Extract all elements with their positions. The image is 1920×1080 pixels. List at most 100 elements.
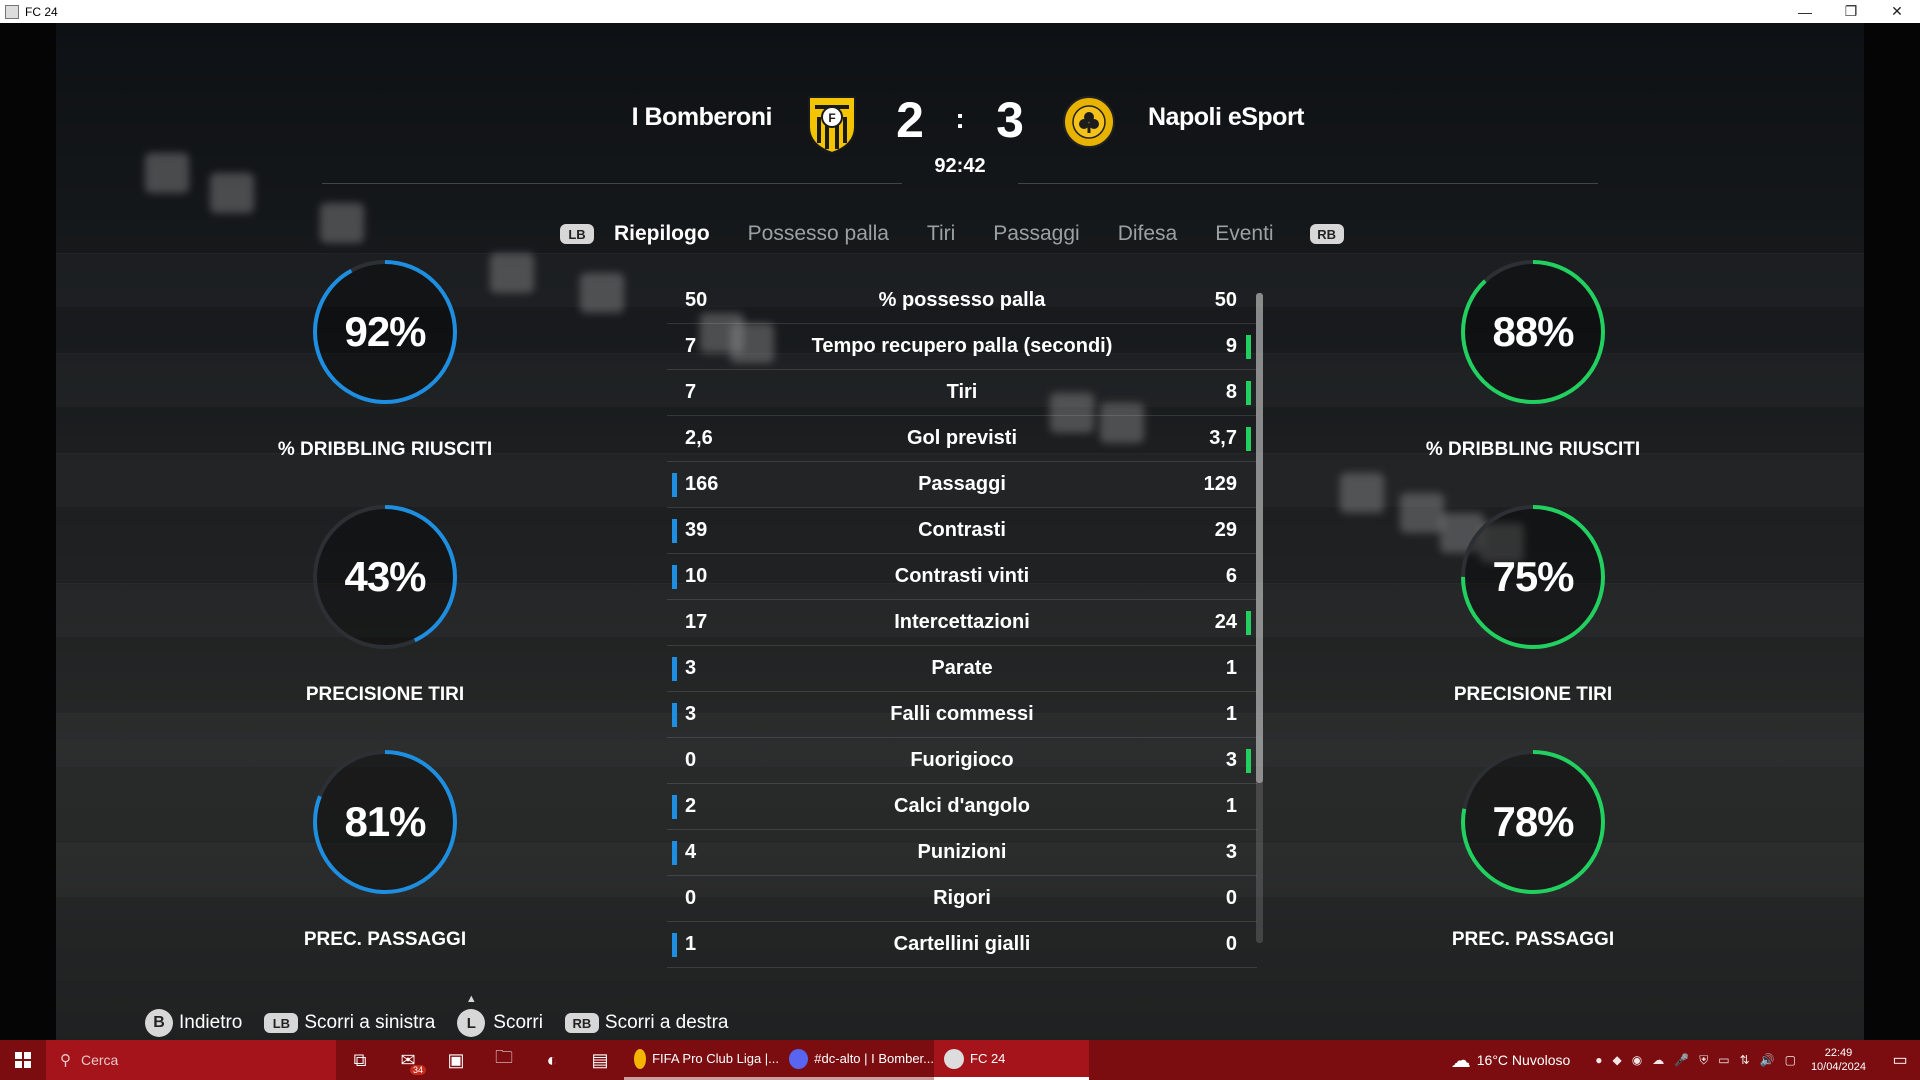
away-stat-value: 1	[1225, 657, 1237, 679]
battery-icon[interactable]: ▭	[1718, 1053, 1729, 1067]
app-label: FIFA Pro Club Liga |...	[652, 1051, 779, 1066]
mail-badge: 34	[409, 1065, 426, 1075]
mail-icon[interactable]: ✉ 34	[384, 1040, 432, 1080]
stat-row: 4 Punizioni 3	[667, 830, 1257, 876]
ring-label: % DRIBBLING RIUSCITI	[1425, 439, 1641, 460]
stat-name: Contrasti	[918, 519, 1006, 541]
taskbar-search[interactable]: ⚲ Cerca	[46, 1040, 336, 1080]
away-stat-value: 3	[1225, 841, 1237, 863]
task-view-icon[interactable]: ⧉	[336, 1040, 384, 1080]
stat-row: 1 Cartellini gialli 0	[667, 922, 1257, 968]
rings-away-ring-1: 75%	[1460, 504, 1606, 650]
ring-percentage: 88%	[1492, 308, 1574, 355]
stat-name: Fuorigioco	[910, 749, 1014, 771]
tray-shield-icon[interactable]: ⛨	[1699, 1053, 1708, 1068]
scroll-left-label: Scorri a sinistra	[304, 1012, 436, 1033]
tray-cloud-icon[interactable]: ☁	[1652, 1053, 1664, 1067]
display-icon[interactable]: ▢	[1785, 1053, 1796, 1067]
stat-name: Punizioni	[917, 841, 1007, 863]
stat-row: 39 Contrasti 29	[667, 508, 1257, 554]
button-hints: B Indietro LB Scorri a sinistra L Scorri…	[145, 993, 750, 1040]
taskbar-clock[interactable]: 22:49 10/04/2024	[1811, 1046, 1866, 1074]
scroll-right-hint[interactable]: RB Scorri a destra	[564, 1012, 728, 1034]
minimize-button[interactable]: —	[1782, 0, 1828, 23]
left-stick-icon: L	[457, 993, 486, 1037]
tab-tiri[interactable]: Tiri	[927, 222, 955, 246]
rings-away-ring-2: 78%	[1460, 749, 1606, 895]
stat-row: 0 Fuorigioco 3	[667, 738, 1257, 784]
ring-percentage: 43%	[344, 553, 426, 600]
windows-taskbar: ⚲ Cerca ⧉ ✉ 34 ▣ 🗀 ◐ ▤ FIFA Pro Club Liga…	[0, 1040, 1920, 1080]
away-stat-value: 29	[1214, 519, 1237, 541]
taskbar-app-button[interactable]: #dc-alto | I Bomber...	[779, 1040, 934, 1080]
match-clock: 92:42	[934, 155, 986, 177]
game-screen: I Bomberoni F 2 : 3 Napoli eSport 92:42 …	[0, 23, 1920, 1040]
rb-button-icon[interactable]: RB	[1309, 224, 1344, 244]
terminal-icon[interactable]: ▤	[576, 1040, 624, 1080]
network-icon[interactable]: ⇅	[1740, 1053, 1750, 1067]
clock-date: 10/04/2024	[1810, 1061, 1866, 1073]
file-explorer-icon[interactable]: 🗀	[480, 1040, 528, 1080]
away-stat-value: 50	[1214, 289, 1237, 311]
svg-text:F: F	[828, 111, 835, 125]
away-stat-value: 6	[1225, 565, 1237, 587]
away-stat-value: 3,7	[1209, 427, 1237, 449]
photos-icon[interactable]: ▣	[432, 1040, 480, 1080]
home-crest-icon: F	[808, 96, 856, 155]
scroll-hint[interactable]: L Scorri	[457, 993, 543, 1037]
stat-name: Tempo recupero palla (secondi)	[811, 335, 1113, 357]
b-button-icon: B	[145, 1009, 173, 1037]
tab-riepilogo[interactable]: Riepilogo	[614, 222, 710, 246]
stat-name: % possesso palla	[878, 289, 1046, 311]
cloud-icon: ☁	[1450, 1049, 1471, 1072]
scrollbar-thumb[interactable]	[1256, 293, 1263, 783]
tab-eventi[interactable]: Eventi	[1215, 222, 1273, 246]
back-label: Indietro	[179, 1012, 243, 1033]
tray-record-icon[interactable]: ◉	[1632, 1053, 1642, 1067]
clock-time: 22:49	[1824, 1047, 1853, 1059]
away-crest-icon	[1063, 96, 1115, 148]
stat-name: Parate	[931, 657, 993, 679]
edge-icon[interactable]: ◐	[528, 1040, 576, 1080]
away-stat-value: 1	[1225, 795, 1237, 817]
microphone-icon[interactable]: 🎤	[1674, 1053, 1689, 1067]
start-button[interactable]	[0, 1040, 46, 1080]
tray-app-icon[interactable]: ●	[1595, 1053, 1602, 1067]
weather-widget[interactable]: ☁ 16°C Nuvoloso	[1451, 1048, 1571, 1073]
ring-label: PRECISIONE TIRI	[1453, 684, 1613, 705]
away-lead-bar	[1246, 611, 1251, 635]
stats-scrollbar[interactable]	[1256, 293, 1263, 943]
stat-row: 7 Tempo recupero palla (secondi) 9	[667, 324, 1257, 370]
stat-name: Rigori	[933, 887, 991, 909]
taskbar-app-button[interactable]: FC 24	[934, 1040, 1089, 1080]
back-hint[interactable]: B Indietro	[145, 1009, 242, 1037]
away-stat-value: 1	[1225, 703, 1237, 725]
restore-button[interactable]: ❐	[1828, 0, 1874, 23]
away-stat-value: 129	[1203, 473, 1237, 495]
lb-button-icon[interactable]: LB	[560, 224, 594, 244]
scroll-left-hint[interactable]: LB Scorri a sinistra	[264, 1012, 435, 1034]
close-button[interactable]: ✕	[1874, 0, 1920, 23]
notification-icon[interactable]: ▭	[1880, 1050, 1920, 1070]
rings-home-ring-2: 81%	[312, 749, 458, 895]
away-stat-value: 0	[1225, 887, 1237, 909]
volume-icon[interactable]: 🔊	[1760, 1053, 1775, 1067]
tab-possesso-palla[interactable]: Possesso palla	[748, 222, 889, 246]
tab-difesa[interactable]: Difesa	[1118, 222, 1178, 246]
home-score: 2	[896, 92, 924, 148]
tray-nvidia-icon[interactable]: ◆	[1613, 1053, 1622, 1067]
windows-logo-icon	[15, 1052, 31, 1068]
away-stat-value: 0	[1225, 933, 1237, 955]
ring-percentage: 75%	[1492, 553, 1574, 600]
scroll-label: Scorri	[493, 1012, 543, 1033]
search-placeholder: Cerca	[81, 1052, 119, 1068]
away-stat-value: 8	[1225, 381, 1237, 403]
taskbar-app-button[interactable]: FIFA Pro Club Liga |...	[624, 1040, 779, 1080]
stat-name: Calci d'angolo	[894, 795, 1030, 817]
app-icon	[944, 1048, 964, 1069]
stat-name: Cartellini gialli	[893, 933, 1031, 955]
stats-table: 50% possesso palla 50 7 Tempo recupero pall…	[667, 278, 1257, 968]
app-icon	[5, 4, 19, 19]
tab-passaggi[interactable]: Passaggi	[993, 222, 1079, 246]
stat-row: 0 Rigori 0	[667, 876, 1257, 922]
